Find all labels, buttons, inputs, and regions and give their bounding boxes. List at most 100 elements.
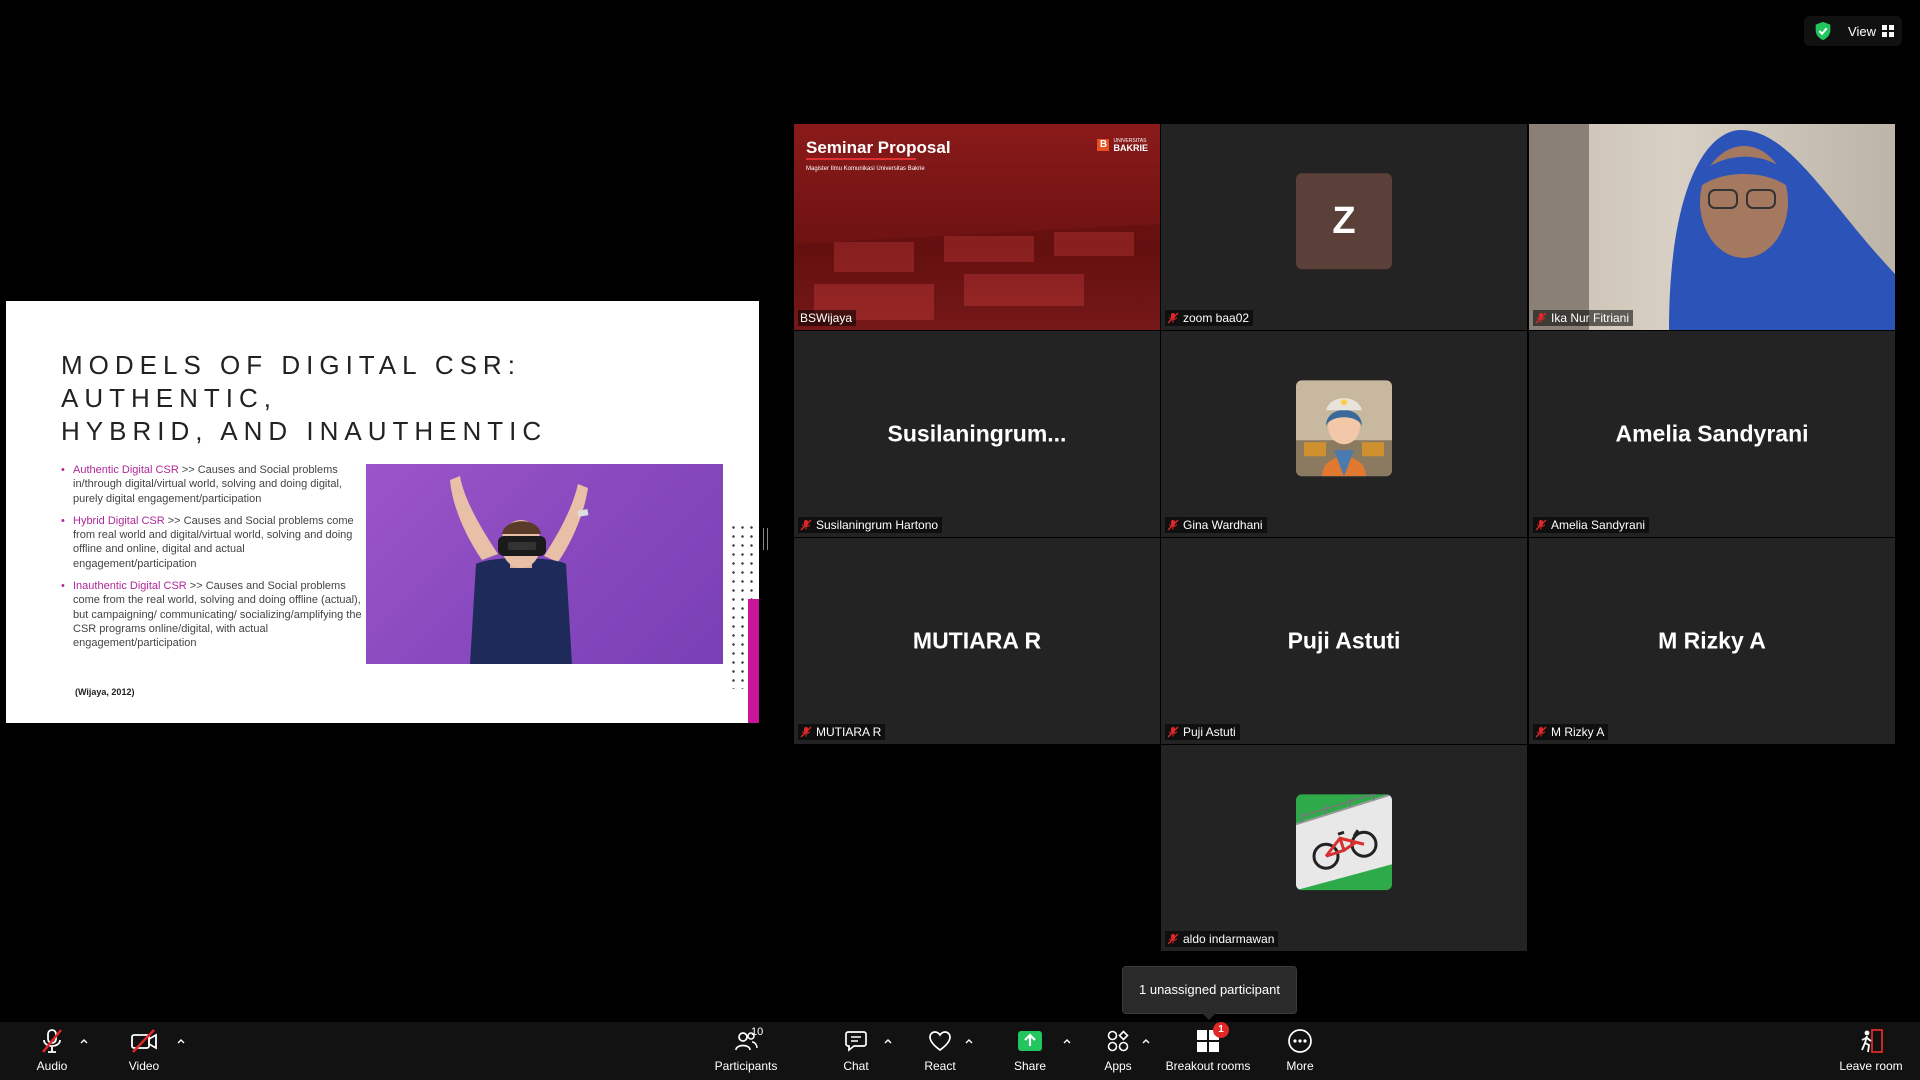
bullet-hybrid: Hybrid Digital CSR >> Causes and Social …: [61, 514, 365, 571]
shared-screen-slide: MODELS OF DIGITAL CSR: AUTHENTIC, HYBRID…: [6, 301, 759, 723]
chevron-up-icon: [1063, 1039, 1071, 1044]
video-tile-aldo[interactable]: aldo indarmawan: [1161, 745, 1527, 951]
participant-display-name: Puji Astuti: [1287, 627, 1401, 654]
bullet-authentic: Authentic Digital CSR >> Causes and Soci…: [61, 463, 365, 506]
share-screen-icon: [1015, 1026, 1045, 1056]
vr-headset-photo: [366, 464, 723, 664]
apps-options-caret[interactable]: [1141, 1036, 1151, 1046]
avatar: Z: [1296, 173, 1392, 270]
react-options-caret[interactable]: [964, 1036, 974, 1046]
participant-display-name: MUTIARA R: [912, 627, 1042, 654]
top-bar: View: [1804, 16, 1902, 46]
slide-title-line-1: MODELS OF DIGITAL CSR: AUTHENTIC,: [61, 350, 521, 413]
logo-big-text: BAKRIE: [1113, 143, 1148, 153]
meeting-toolbar: Audio Video 10 Participants Chat React S…: [0, 1022, 1920, 1080]
chat-options-caret[interactable]: [883, 1036, 893, 1046]
background-title: Seminar Proposal: [806, 138, 951, 157]
share-button[interactable]: Share: [1010, 1026, 1050, 1076]
chevron-up-icon: [80, 1039, 88, 1044]
mic-muted-icon: [37, 1026, 67, 1056]
mic-muted-icon: [1535, 312, 1547, 324]
share-label: Share: [1013, 1059, 1047, 1073]
participant-name: Ika Nur Fitriani: [1551, 311, 1630, 325]
participants-button[interactable]: 10 Participants: [712, 1026, 780, 1076]
video-tile-ika[interactable]: Ika Nur Fitriani: [1529, 124, 1895, 330]
audio-label: Audio: [36, 1059, 68, 1073]
video-tile-bswijaya[interactable]: Seminar Proposal Magister Ilmu Komunikas…: [794, 124, 1160, 330]
react-label: React: [924, 1059, 956, 1073]
leave-room-icon: [1856, 1026, 1886, 1056]
video-options-caret[interactable]: [176, 1036, 186, 1046]
audio-button[interactable]: Audio: [32, 1026, 72, 1076]
participant-name: M Rizky A: [1551, 725, 1605, 739]
bullet-term: Hybrid Digital CSR: [73, 514, 165, 527]
participant-name-tag: Ika Nur Fitriani: [1533, 310, 1634, 326]
participant-name-tag: aldo indarmawan: [1165, 931, 1279, 947]
participants-label: Participants: [714, 1059, 778, 1073]
mic-muted-icon: [800, 519, 812, 531]
heart-icon: [925, 1026, 955, 1056]
more-label: More: [1286, 1059, 1314, 1073]
participant-name-tag: Puji Astuti: [1165, 724, 1240, 740]
avatar: [1296, 794, 1392, 891]
video-tile-mutiara[interactable]: MUTIARA R MUTIARA R: [794, 538, 1160, 744]
share-options-caret[interactable]: [1062, 1036, 1072, 1046]
participant-name: Puji Astuti: [1183, 725, 1236, 739]
view-button[interactable]: View: [1848, 24, 1894, 39]
mic-muted-icon: [1167, 519, 1179, 531]
mic-muted-icon: [1167, 933, 1179, 945]
slide-title: MODELS OF DIGITAL CSR: AUTHENTIC, HYBRID…: [61, 349, 711, 448]
bullet-term: Inauthentic Digital CSR: [73, 580, 187, 593]
participant-name-tag: zoom baa02: [1165, 310, 1254, 326]
audio-options-caret[interactable]: [79, 1036, 89, 1046]
video-off-icon: [129, 1026, 159, 1056]
apps-label: Apps: [1104, 1059, 1132, 1073]
participant-name-tag: Gina Wardhani: [1165, 517, 1267, 533]
breakout-rooms-label: Breakout rooms: [1165, 1059, 1251, 1073]
video-tile-zoom-baa02[interactable]: Z zoom baa02: [1161, 124, 1527, 330]
video-button[interactable]: Video: [124, 1026, 164, 1076]
notification-badge: 1: [1213, 1022, 1229, 1038]
react-button[interactable]: React: [920, 1026, 960, 1076]
participant-display-name: M Rizky A: [1658, 627, 1766, 654]
shield-check-icon[interactable]: [1812, 20, 1834, 42]
chevron-up-icon: [965, 1039, 973, 1044]
camera-feed: [1529, 124, 1895, 330]
participant-display-name: Susilaningrum...: [887, 420, 1067, 447]
chevron-up-icon: [884, 1039, 892, 1044]
participant-name: MUTIARA R: [816, 725, 882, 739]
breakout-rooms-icon: 1: [1193, 1022, 1229, 1056]
video-label: Video: [128, 1059, 160, 1073]
video-tile-susilaningrum[interactable]: Susilaningrum... Susilaningrum Hartono: [794, 331, 1160, 537]
apps-button[interactable]: Apps: [1098, 1026, 1138, 1076]
background-subtitle: Magister Ilmu Komunikasi Universitas Bak…: [806, 166, 925, 172]
leave-room-button[interactable]: Leave room: [1836, 1026, 1906, 1076]
participant-name: Gina Wardhani: [1183, 518, 1263, 532]
participant-name-tag: M Rizky A: [1533, 724, 1609, 740]
participant-name: Susilaningrum Hartono: [816, 518, 939, 532]
chevron-up-icon: [1142, 1039, 1150, 1044]
video-tile-puji[interactable]: Puji Astuti Puji Astuti: [1161, 538, 1527, 744]
breakout-rooms-button[interactable]: 1 Breakout rooms: [1160, 1022, 1256, 1076]
mic-muted-icon: [1167, 312, 1179, 324]
participant-name: BSWijaya: [800, 311, 853, 325]
chat-label: Chat: [843, 1059, 869, 1073]
participant-name-tag: BSWijaya: [798, 310, 857, 326]
participant-name-tag: Susilaningrum Hartono: [798, 517, 943, 533]
video-tile-rizky[interactable]: M Rizky A M Rizky A: [1529, 538, 1895, 744]
chevron-up-icon: [177, 1039, 185, 1044]
mic-muted-icon: [1535, 726, 1547, 738]
bullet-term: Authentic Digital CSR: [73, 464, 179, 476]
video-tile-gina[interactable]: Gina Wardhani: [1161, 331, 1527, 537]
avatar: [1296, 380, 1392, 477]
breakout-tooltip: 1 unassigned participant: [1122, 966, 1297, 1020]
chat-button[interactable]: Chat: [836, 1026, 876, 1076]
view-splitter-handle[interactable]: [763, 528, 768, 550]
bullet-inauthentic: Inauthentic Digital CSR >> Causes and So…: [61, 579, 365, 650]
video-tile-amelia[interactable]: Amelia Sandyrani Amelia Sandyrani: [1529, 331, 1895, 537]
participant-name: aldo indarmawan: [1183, 932, 1275, 946]
participants-count: 10: [751, 1026, 764, 1038]
more-button[interactable]: More: [1280, 1026, 1320, 1076]
slide-citation: (Wijaya, 2012): [75, 687, 135, 697]
mic-muted-icon: [1167, 726, 1179, 738]
